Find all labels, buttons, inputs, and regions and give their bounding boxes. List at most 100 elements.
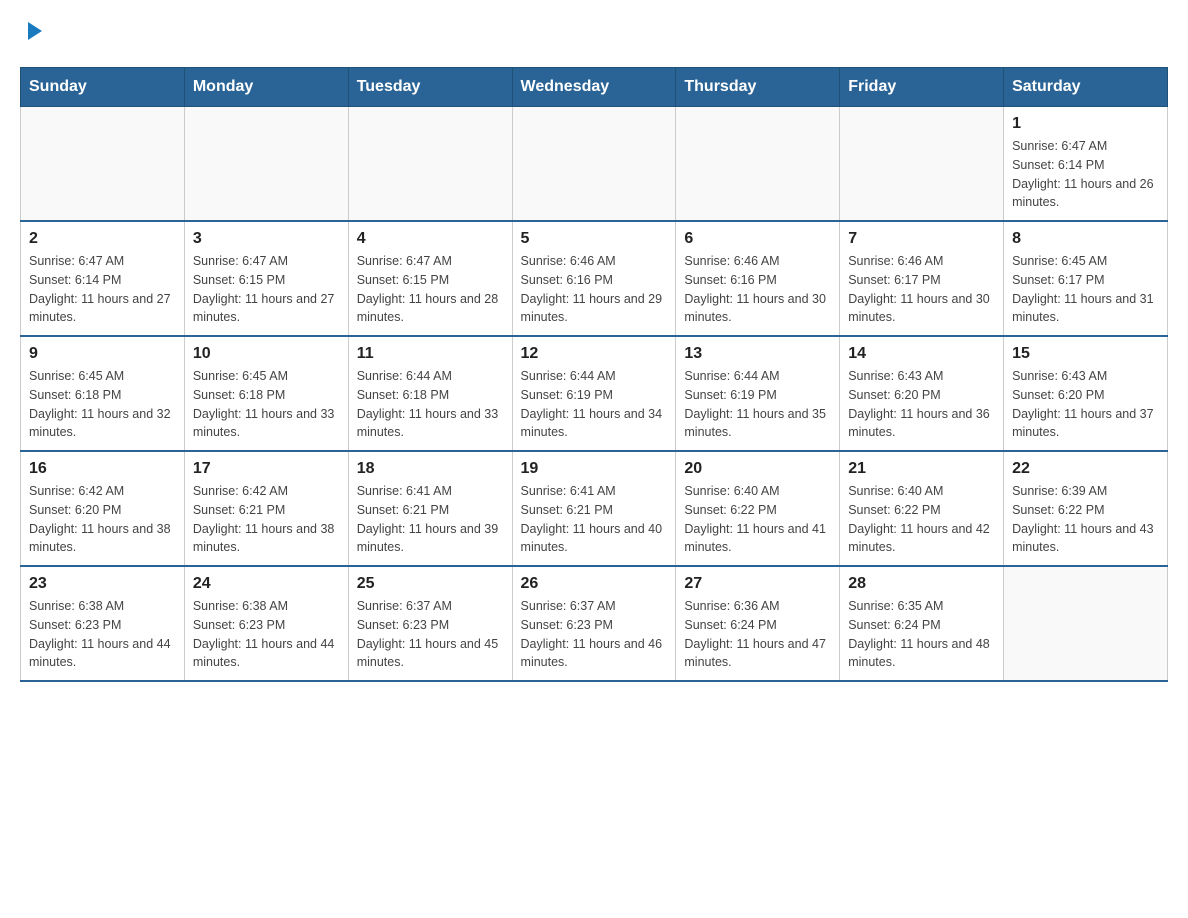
calendar-day-cell: 26Sunrise: 6:37 AMSunset: 6:23 PMDayligh… bbox=[512, 566, 676, 681]
day-info: Sunrise: 6:45 AMSunset: 6:17 PMDaylight:… bbox=[1012, 252, 1159, 327]
calendar-week-row: 2 Sunrise: 6:47 AMSunset: 6:14 PMDaylight… bbox=[21, 221, 1168, 336]
calendar-week-row: 16 Sunrise: 6:42 AMSunset: 6:20 PMDayligh… bbox=[21, 451, 1168, 566]
day-number: 12 bbox=[521, 345, 668, 363]
calendar-day-cell bbox=[840, 107, 1004, 222]
weekday-header: Wednesday bbox=[512, 68, 676, 107]
logo-arrow-icon bbox=[24, 20, 46, 47]
day-number: 3 bbox=[193, 230, 340, 248]
calendar-table: SundayMondayTuesdayWednesdayThursdayFrid… bbox=[20, 67, 1168, 682]
day-info: Sunrise: 6:45 AMSunset: 6:18 PMDaylight:… bbox=[29, 367, 176, 442]
day-number: 15 bbox=[1012, 345, 1159, 363]
calendar-day-cell: 8 Sunrise: 6:45 AMSunset: 6:17 PMDaylight… bbox=[1004, 221, 1168, 336]
day-number: 20 bbox=[684, 460, 831, 478]
day-info: Sunrise: 6:46 AMSunset: 6:17 PMDaylight:… bbox=[848, 252, 995, 327]
day-number: 13 bbox=[684, 345, 831, 363]
calendar-day-cell: 19 Sunrise: 6:41 AMSunset: 6:21 PMDayligh… bbox=[512, 451, 676, 566]
calendar-day-cell: 27 Sunrise: 6:36 AMSunset: 6:24 PMDayligh… bbox=[676, 566, 840, 681]
day-number: 16 bbox=[29, 460, 176, 478]
day-info: Sunrise: 6:47 AMSunset: 6:15 PMDaylight:… bbox=[193, 252, 340, 327]
day-number: 6 bbox=[684, 230, 831, 248]
day-number: 5 bbox=[521, 230, 668, 248]
day-info: Sunrise: 6:40 AMSunset: 6:22 PMDaylight:… bbox=[848, 482, 995, 557]
day-info: Sunrise: 6:35 AMSunset: 6:24 PMDaylight:… bbox=[848, 597, 995, 672]
calendar-day-cell: 10 Sunrise: 6:45 AMSunset: 6:18 PMDayligh… bbox=[184, 336, 348, 451]
day-info: Sunrise: 6:42 AMSunset: 6:21 PMDaylight:… bbox=[193, 482, 340, 557]
day-info: Sunrise: 6:46 AMSunset: 6:16 PMDaylight:… bbox=[521, 252, 668, 327]
calendar-day-cell: 9 Sunrise: 6:45 AMSunset: 6:18 PMDaylight… bbox=[21, 336, 185, 451]
day-info: Sunrise: 6:42 AMSunset: 6:20 PMDaylight:… bbox=[29, 482, 176, 557]
calendar-day-cell: 23 Sunrise: 6:38 AMSunset: 6:23 PMDayligh… bbox=[21, 566, 185, 681]
day-number: 9 bbox=[29, 345, 176, 363]
calendar-day-cell: 16 Sunrise: 6:42 AMSunset: 6:20 PMDayligh… bbox=[21, 451, 185, 566]
day-number: 28 bbox=[848, 575, 995, 593]
day-number: 10 bbox=[193, 345, 340, 363]
day-number: 25 bbox=[357, 575, 504, 593]
calendar-day-cell: 5 Sunrise: 6:46 AMSunset: 6:16 PMDaylight… bbox=[512, 221, 676, 336]
calendar-day-cell bbox=[1004, 566, 1168, 681]
calendar-day-cell bbox=[184, 107, 348, 222]
calendar-day-cell: 21 Sunrise: 6:40 AMSunset: 6:22 PMDayligh… bbox=[840, 451, 1004, 566]
calendar-day-cell bbox=[348, 107, 512, 222]
calendar-day-cell: 2 Sunrise: 6:47 AMSunset: 6:14 PMDaylight… bbox=[21, 221, 185, 336]
day-number: 7 bbox=[848, 230, 995, 248]
calendar-day-cell: 1 Sunrise: 6:47 AMSunset: 6:14 PMDaylight… bbox=[1004, 107, 1168, 222]
day-info: Sunrise: 6:45 AMSunset: 6:18 PMDaylight:… bbox=[193, 367, 340, 442]
calendar-day-cell bbox=[512, 107, 676, 222]
calendar-day-cell bbox=[676, 107, 840, 222]
day-number: 24 bbox=[193, 575, 340, 593]
calendar-day-cell: 22 Sunrise: 6:39 AMSunset: 6:22 PMDayligh… bbox=[1004, 451, 1168, 566]
day-info: Sunrise: 6:39 AMSunset: 6:22 PMDaylight:… bbox=[1012, 482, 1159, 557]
calendar-day-cell: 15 Sunrise: 6:43 AMSunset: 6:20 PMDayligh… bbox=[1004, 336, 1168, 451]
calendar-header: SundayMondayTuesdayWednesdayThursdayFrid… bbox=[21, 68, 1168, 107]
day-info: Sunrise: 6:38 AMSunset: 6:23 PMDaylight:… bbox=[29, 597, 176, 672]
calendar-body: 1 Sunrise: 6:47 AMSunset: 6:14 PMDaylight… bbox=[21, 107, 1168, 682]
calendar-day-cell: 14Sunrise: 6:43 AMSunset: 6:20 PMDayligh… bbox=[840, 336, 1004, 451]
calendar-day-cell: 3 Sunrise: 6:47 AMSunset: 6:15 PMDaylight… bbox=[184, 221, 348, 336]
day-info: Sunrise: 6:47 AMSunset: 6:14 PMDaylight:… bbox=[29, 252, 176, 327]
day-info: Sunrise: 6:37 AMSunset: 6:23 PMDaylight:… bbox=[357, 597, 504, 672]
day-info: Sunrise: 6:44 AMSunset: 6:19 PMDaylight:… bbox=[521, 367, 668, 442]
day-number: 27 bbox=[684, 575, 831, 593]
day-info: Sunrise: 6:38 AMSunset: 6:23 PMDaylight:… bbox=[193, 597, 340, 672]
calendar-week-row: 23 Sunrise: 6:38 AMSunset: 6:23 PMDayligh… bbox=[21, 566, 1168, 681]
day-info: Sunrise: 6:41 AMSunset: 6:21 PMDaylight:… bbox=[357, 482, 504, 557]
calendar-day-cell: 12 Sunrise: 6:44 AMSunset: 6:19 PMDayligh… bbox=[512, 336, 676, 451]
day-number: 1 bbox=[1012, 115, 1159, 133]
day-number: 14 bbox=[848, 345, 995, 363]
weekday-header: Saturday bbox=[1004, 68, 1168, 107]
day-number: 17 bbox=[193, 460, 340, 478]
day-number: 8 bbox=[1012, 230, 1159, 248]
day-info: Sunrise: 6:47 AMSunset: 6:14 PMDaylight:… bbox=[1012, 137, 1159, 212]
weekday-header: Thursday bbox=[676, 68, 840, 107]
calendar-day-cell: 11 Sunrise: 6:44 AMSunset: 6:18 PMDayligh… bbox=[348, 336, 512, 451]
calendar-day-cell: 28 Sunrise: 6:35 AMSunset: 6:24 PMDayligh… bbox=[840, 566, 1004, 681]
calendar-week-row: 9 Sunrise: 6:45 AMSunset: 6:18 PMDaylight… bbox=[21, 336, 1168, 451]
day-info: Sunrise: 6:40 AMSunset: 6:22 PMDaylight:… bbox=[684, 482, 831, 557]
day-info: Sunrise: 6:44 AMSunset: 6:18 PMDaylight:… bbox=[357, 367, 504, 442]
day-info: Sunrise: 6:44 AMSunset: 6:19 PMDaylight:… bbox=[684, 367, 831, 442]
day-info: Sunrise: 6:41 AMSunset: 6:21 PMDaylight:… bbox=[521, 482, 668, 557]
weekday-header: Monday bbox=[184, 68, 348, 107]
day-number: 4 bbox=[357, 230, 504, 248]
day-number: 18 bbox=[357, 460, 504, 478]
page-header bbox=[20, 20, 1168, 47]
calendar-week-row: 1 Sunrise: 6:47 AMSunset: 6:14 PMDaylight… bbox=[21, 107, 1168, 222]
calendar-day-cell bbox=[21, 107, 185, 222]
day-number: 11 bbox=[357, 345, 504, 363]
day-number: 23 bbox=[29, 575, 176, 593]
day-info: Sunrise: 6:46 AMSunset: 6:16 PMDaylight:… bbox=[684, 252, 831, 327]
day-info: Sunrise: 6:47 AMSunset: 6:15 PMDaylight:… bbox=[357, 252, 504, 327]
day-number: 21 bbox=[848, 460, 995, 478]
weekday-header: Tuesday bbox=[348, 68, 512, 107]
weekday-header: Sunday bbox=[21, 68, 185, 107]
day-number: 19 bbox=[521, 460, 668, 478]
day-number: 2 bbox=[29, 230, 176, 248]
day-info: Sunrise: 6:43 AMSunset: 6:20 PMDaylight:… bbox=[1012, 367, 1159, 442]
calendar-day-cell: 24 Sunrise: 6:38 AMSunset: 6:23 PMDayligh… bbox=[184, 566, 348, 681]
day-info: Sunrise: 6:36 AMSunset: 6:24 PMDaylight:… bbox=[684, 597, 831, 672]
calendar-day-cell: 4 Sunrise: 6:47 AMSunset: 6:15 PMDaylight… bbox=[348, 221, 512, 336]
day-number: 26 bbox=[521, 575, 668, 593]
day-number: 22 bbox=[1012, 460, 1159, 478]
calendar-day-cell: 7 Sunrise: 6:46 AMSunset: 6:17 PMDaylight… bbox=[840, 221, 1004, 336]
calendar-day-cell: 20 Sunrise: 6:40 AMSunset: 6:22 PMDayligh… bbox=[676, 451, 840, 566]
